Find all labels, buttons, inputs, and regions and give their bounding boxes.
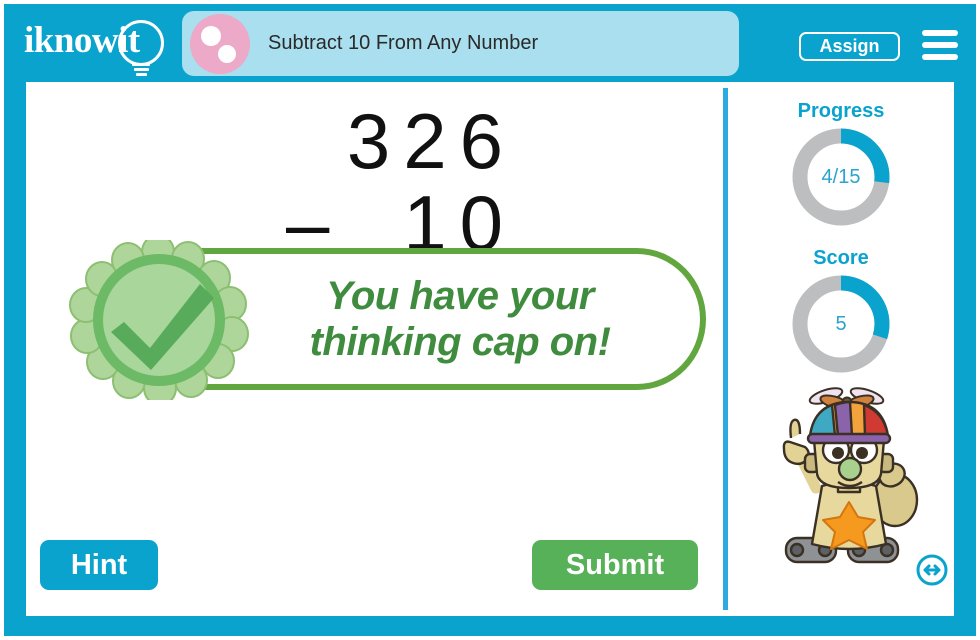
minuend-value: 326 — [346, 97, 516, 185]
status-sidebar: Progress 4/15 Score 5 — [728, 82, 954, 616]
lesson-stage: 326 – 10 You have your thinking cap on! — [26, 82, 954, 616]
score-meter: Score 5 — [728, 247, 954, 376]
assign-button[interactable]: Assign — [799, 32, 900, 61]
brand-logo[interactable]: iknowit — [22, 17, 172, 76]
progress-meter: Progress 4/15 — [728, 100, 954, 229]
feedback-message-box: You have your thinking cap on! — [186, 248, 706, 390]
hamburger-menu-icon[interactable] — [922, 30, 958, 60]
brand-logo-text: iknowit — [24, 20, 140, 61]
feedback-banner: You have your thinking cap on! — [58, 240, 708, 400]
green-checkmark-badge-icon — [69, 240, 249, 400]
score-value: 5 — [835, 312, 847, 335]
hint-button[interactable]: Hint — [40, 540, 158, 590]
lesson-title: Subtract 10 From Any Number — [268, 32, 539, 54]
lightbulb-base-icon — [132, 63, 150, 77]
score-ring: 5 — [789, 272, 893, 376]
lesson-title-bar: Subtract 10 From Any Number — [182, 11, 739, 76]
pink-circle-two-dots-icon — [190, 13, 250, 74]
app-window: iknowit Subtract 10 From Any Number Assi… — [0, 0, 980, 640]
minuend-row: 326 — [256, 100, 516, 182]
resize-horizontal-arrow-icon[interactable] — [916, 554, 948, 586]
progress-ring: 4/15 — [789, 125, 893, 229]
feedback-message: You have your thinking cap on! — [309, 274, 611, 364]
progress-label: Progress — [797, 100, 885, 122]
app-header: iknowit Subtract 10 From Any Number Assi… — [4, 4, 976, 82]
robot-mascot-propeller-hat-icon — [782, 387, 919, 564]
progress-value: 4/15 — [821, 165, 861, 188]
submit-button[interactable]: Submit — [532, 540, 698, 590]
score-label: Score — [813, 247, 869, 269]
